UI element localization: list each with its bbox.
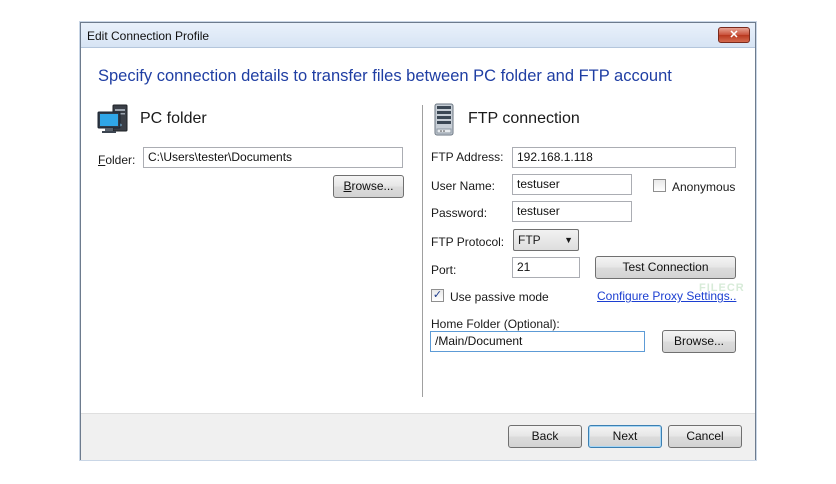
configure-proxy-link[interactable]: Configure Proxy Settings.. bbox=[597, 289, 736, 303]
port-label: Port: bbox=[431, 263, 457, 277]
edit-connection-profile-dialog: Edit Connection Profile ✕ Specify connec… bbox=[80, 22, 756, 460]
dialog-footer: Back Next Cancel bbox=[81, 413, 755, 460]
home-folder-input[interactable]: /Main/Document bbox=[430, 331, 645, 352]
ftp-protocol-select[interactable]: FTP ▼ bbox=[513, 229, 579, 251]
ftp-protocol-value: FTP bbox=[518, 233, 541, 247]
username-input[interactable]: testuser bbox=[512, 174, 632, 195]
anonymous-checkbox[interactable] bbox=[653, 179, 666, 192]
pc-folder-title: PC folder bbox=[140, 110, 207, 127]
ftp-server-icon bbox=[431, 103, 457, 137]
home-folder-label: Home Folder (Optional): bbox=[431, 317, 560, 331]
page-heading: Specify connection details to transfer f… bbox=[98, 67, 672, 85]
close-button[interactable]: ✕ bbox=[718, 27, 750, 43]
section-divider bbox=[422, 105, 423, 397]
dropdown-arrow-icon: ▼ bbox=[564, 235, 573, 245]
passive-mode-checkbox[interactable]: ✓ bbox=[431, 289, 444, 302]
test-connection-button[interactable]: Test Connection bbox=[595, 256, 736, 279]
anonymous-label: Anonymous bbox=[672, 180, 736, 194]
title-bar: Edit Connection Profile ✕ bbox=[81, 23, 755, 48]
pc-folder-icon bbox=[97, 103, 131, 137]
folder-path-input[interactable]: C:\Users\tester\Documents bbox=[143, 147, 403, 168]
passive-mode-label: Use passive mode bbox=[450, 290, 549, 304]
cancel-button[interactable]: Cancel bbox=[668, 425, 742, 448]
username-label: User Name: bbox=[431, 179, 496, 193]
ftp-connection-title: FTP connection bbox=[468, 110, 580, 127]
folder-label: Folder: bbox=[98, 153, 136, 167]
back-button[interactable]: Back bbox=[508, 425, 582, 448]
ftp-protocol-label: FTP Protocol: bbox=[431, 235, 505, 249]
password-label: Password: bbox=[431, 206, 488, 220]
close-icon: ✕ bbox=[729, 29, 739, 41]
port-input[interactable]: 21 bbox=[512, 257, 580, 278]
ftp-address-input[interactable]: 192.168.1.118 bbox=[512, 147, 736, 168]
ftp-address-label: FTP Address: bbox=[431, 150, 504, 164]
home-folder-browse-button[interactable]: Browse... bbox=[662, 330, 736, 353]
pc-browse-button[interactable]: Browse... bbox=[333, 175, 404, 198]
window-title: Edit Connection Profile bbox=[87, 29, 210, 43]
next-button[interactable]: Next bbox=[588, 425, 662, 448]
password-input[interactable]: testuser bbox=[512, 201, 632, 222]
